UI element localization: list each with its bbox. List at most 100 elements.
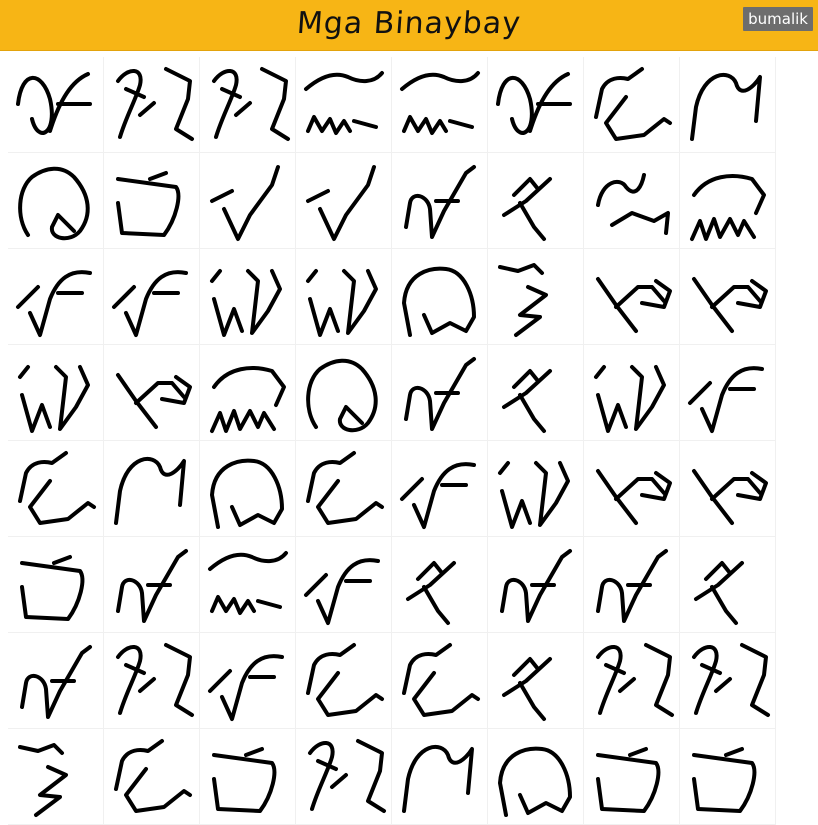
- baybayin-glyph-icon: [501, 368, 552, 433]
- glyph-cell[interactable]: [584, 729, 680, 825]
- glyph-cell[interactable]: [104, 153, 200, 249]
- glyph-cell[interactable]: [680, 249, 776, 345]
- glyph-stroke: [595, 746, 660, 813]
- glyph-cell[interactable]: [584, 153, 680, 249]
- glyph-cell[interactable]: [200, 729, 296, 825]
- glyph-cell[interactable]: [8, 345, 104, 441]
- glyph-cell[interactable]: [584, 249, 680, 345]
- glyph-cell[interactable]: [392, 441, 488, 537]
- glyph-cell[interactable]: [488, 153, 584, 249]
- glyph-cell[interactable]: [680, 441, 776, 537]
- baybayin-glyph-icon: [19, 554, 84, 621]
- glyph-cell[interactable]: [200, 249, 296, 345]
- glyph-cell[interactable]: [8, 57, 104, 153]
- glyph-stroke: [305, 450, 384, 525]
- baybayin-glyph-icon: [115, 372, 192, 429]
- glyph-cell[interactable]: [200, 537, 296, 633]
- glyph-stroke: [211, 66, 290, 141]
- glyph-stroke: [115, 642, 194, 717]
- glyph-cell[interactable]: [584, 537, 680, 633]
- glyph-cell[interactable]: [680, 537, 776, 633]
- baybayin-glyph-icon: [595, 642, 674, 717]
- glyph-cell[interactable]: [584, 57, 680, 153]
- glyph-cell[interactable]: [104, 57, 200, 153]
- glyph-cell[interactable]: [392, 633, 488, 729]
- baybayin-glyph-icon: [303, 557, 380, 625]
- baybayin-glyph-icon: [595, 468, 672, 525]
- baybayin-glyph-icon: [15, 269, 92, 337]
- glyph-stroke: [115, 66, 194, 141]
- glyph-cell[interactable]: [488, 57, 584, 153]
- glyph-stroke: [501, 176, 552, 241]
- glyph-cell[interactable]: [296, 57, 392, 153]
- glyph-cell[interactable]: [680, 345, 776, 441]
- glyph-stroke: [209, 458, 284, 529]
- glyph-cell[interactable]: [680, 729, 776, 825]
- glyph-cell[interactable]: [392, 537, 488, 633]
- glyph-cell[interactable]: [296, 729, 392, 825]
- baybayin-glyph-icon: [17, 166, 90, 240]
- glyph-cell[interactable]: [296, 249, 392, 345]
- glyph-cell[interactable]: [296, 537, 392, 633]
- glyph-stroke: [399, 70, 480, 135]
- glyph-cell[interactable]: [392, 729, 488, 825]
- glyph-cell[interactable]: [488, 729, 584, 825]
- glyph-cell[interactable]: [392, 249, 488, 345]
- glyph-cell[interactable]: [296, 633, 392, 729]
- glyph-cell[interactable]: [488, 633, 584, 729]
- glyph-cell[interactable]: [104, 441, 200, 537]
- glyph-cell[interactable]: [584, 345, 680, 441]
- glyph-stroke: [593, 66, 672, 141]
- glyph-cell[interactable]: [104, 249, 200, 345]
- glyph-cell[interactable]: [488, 441, 584, 537]
- baybayin-glyph-icon: [17, 364, 90, 433]
- glyph-cell[interactable]: [680, 153, 776, 249]
- glyph-cell[interactable]: [488, 345, 584, 441]
- glyph-cell[interactable]: [8, 249, 104, 345]
- glyph-cell[interactable]: [392, 345, 488, 441]
- glyph-cell[interactable]: [200, 633, 296, 729]
- glyph-cell[interactable]: [200, 153, 296, 249]
- glyph-cell[interactable]: [584, 633, 680, 729]
- glyph-cell[interactable]: [104, 537, 200, 633]
- glyph-cell[interactable]: [104, 729, 200, 825]
- glyph-cell[interactable]: [200, 57, 296, 153]
- glyph-stroke: [501, 368, 552, 433]
- baybayin-glyph-icon: [19, 644, 92, 719]
- glyph-cell[interactable]: [8, 153, 104, 249]
- baybayin-glyph-icon: [501, 656, 552, 721]
- glyph-cell[interactable]: [8, 537, 104, 633]
- glyph-cell[interactable]: [104, 345, 200, 441]
- glyph-stroke: [113, 738, 192, 813]
- glyph-stroke: [399, 461, 476, 529]
- glyph-cell[interactable]: [392, 153, 488, 249]
- glyph-cell[interactable]: [200, 441, 296, 537]
- glyph-cell[interactable]: [8, 729, 104, 825]
- glyph-cell[interactable]: [680, 57, 776, 153]
- glyph-cell[interactable]: [296, 153, 392, 249]
- baybayin-glyph-icon: [401, 744, 474, 813]
- glyph-cell[interactable]: [200, 345, 296, 441]
- baybayin-glyph-icon: [113, 456, 186, 525]
- glyph-cell[interactable]: [584, 441, 680, 537]
- glyph-cell[interactable]: [392, 57, 488, 153]
- glyph-cell[interactable]: [8, 633, 104, 729]
- glyph-stroke: [593, 364, 666, 433]
- glyph-stroke: [209, 365, 286, 433]
- baybayin-glyph-icon: [595, 746, 660, 813]
- glyph-cell[interactable]: [680, 633, 776, 729]
- glyph-stroke: [595, 642, 674, 717]
- glyph-cell[interactable]: [296, 345, 392, 441]
- glyph-cell[interactable]: [8, 441, 104, 537]
- baybayin-glyph-icon: [495, 71, 572, 135]
- glyph-cell[interactable]: [488, 537, 584, 633]
- baybayin-glyph-icon: [691, 746, 756, 813]
- baybayin-glyph-icon: [211, 746, 276, 813]
- glyph-cell[interactable]: [104, 633, 200, 729]
- back-button[interactable]: bumalik: [743, 7, 813, 31]
- baybayin-glyph-icon: [497, 746, 572, 817]
- glyph-cell[interactable]: [296, 441, 392, 537]
- baybayin-glyph-icon: [687, 365, 764, 433]
- glyph-stroke: [595, 468, 672, 525]
- glyph-cell[interactable]: [488, 249, 584, 345]
